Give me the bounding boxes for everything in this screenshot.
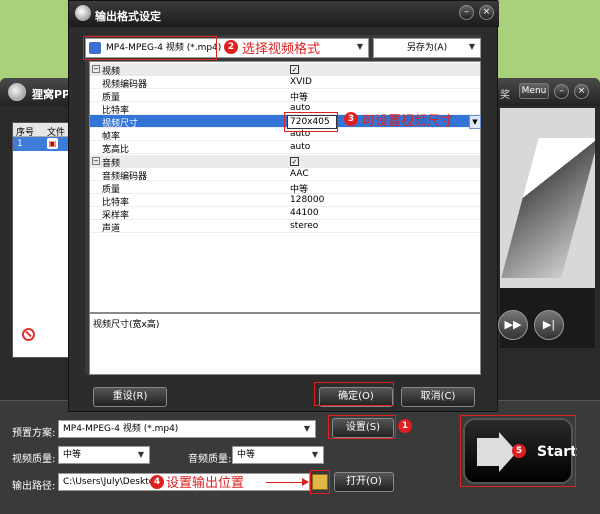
next-icon[interactable]: ▶|: [534, 310, 564, 340]
prop-row[interactable]: 质量 中等: [90, 89, 480, 103]
chevron-down-icon: ▼: [137, 450, 145, 459]
dialog-title: 输出格式设定: [95, 10, 161, 23]
annotation-arrowhead: [302, 478, 309, 486]
open-button[interactable]: 打开(O): [334, 472, 394, 492]
audio-quality-label: 音频质量:: [188, 454, 232, 465]
annotation-box: [310, 470, 330, 494]
annotation-box: [314, 382, 394, 406]
property-grid: − 视频 ✓ 视频编码器 XVID 质量 中等 比特率 auto 视频尺寸 帧率 aut…: [89, 61, 481, 313]
prop-value: 44100: [290, 208, 319, 218]
list-item[interactable]: 1 ▣: [13, 137, 73, 151]
preset-value: MP4-MPEG-4 视频 (*.mp4): [63, 424, 179, 434]
video-quality-value: 中等: [63, 450, 82, 460]
video-quality-select[interactable]: 中等 ▼: [58, 446, 150, 464]
prop-row[interactable]: 采样率 44100: [90, 207, 480, 221]
description-text: 视频尺寸(宽x高): [93, 320, 160, 330]
menu-button[interactable]: Menu: [519, 83, 549, 99]
list-header: 序号 文件: [13, 123, 73, 138]
video-enable-checkbox[interactable]: ✓: [290, 65, 299, 74]
collapse-icon[interactable]: −: [92, 157, 100, 165]
save-as-button[interactable]: 另存为(A) ▼: [373, 38, 481, 58]
prop-row[interactable]: 宽高比 auto: [90, 141, 480, 155]
remove-icon[interactable]: [22, 328, 35, 341]
annotation-box: [83, 36, 217, 60]
annotation-text: 选择视频格式: [242, 42, 321, 57]
remove-button-label[interactable]: 移除(: [46, 330, 70, 345]
annotation-badge: 3: [344, 112, 358, 126]
dialog-title-bar: 输出格式设定 – ×: [69, 1, 499, 27]
app-logo-icon: [8, 83, 26, 101]
annotation-badge: 1: [398, 419, 412, 433]
prop-key: 宽高比: [102, 145, 130, 155]
preview-thumbnail: [501, 138, 595, 278]
chevron-down-icon: ▼: [356, 42, 364, 51]
annotation-badge: 4: [150, 475, 164, 489]
menu-label: Menu: [521, 86, 547, 96]
prop-value: XVID: [290, 77, 312, 87]
prop-row[interactable]: 质量 中等: [90, 181, 480, 195]
video-group-header[interactable]: − 视频 ✓: [90, 63, 480, 77]
reset-label: 重设(R): [112, 391, 148, 402]
cancel-label: 取消(C): [420, 391, 456, 402]
output-path-value: C:\Users\July\Desktop: [63, 477, 160, 487]
prop-row[interactable]: 比特率 128000: [90, 194, 480, 208]
chevron-down-icon: ▼: [303, 424, 311, 433]
prop-value: AAC: [290, 169, 309, 179]
description-panel: 视频尺寸(宽x高): [89, 313, 481, 375]
video-quality-label: 视频质量:: [12, 454, 56, 465]
annotation-badge: 5: [512, 444, 526, 458]
output-path-label: 输出路径:: [12, 481, 56, 492]
audio-enable-checkbox[interactable]: ✓: [290, 157, 299, 166]
app-title: 狸窝PP: [32, 88, 71, 101]
prop-key: 声道: [102, 224, 121, 234]
open-label: 打开(O): [346, 476, 382, 487]
annotation-text: 可设置视频尺寸: [362, 114, 454, 129]
chevron-down-icon: ▼: [311, 450, 319, 459]
output-format-dialog: 输出格式设定 – × MP4-MPEG-4 视频 (*.mp4) ▼ 另存为(A…: [68, 0, 499, 412]
app-logo-icon: [75, 5, 91, 21]
preset-label: 预置方案:: [12, 428, 56, 439]
prop-row[interactable]: 声道 stereo: [90, 220, 480, 234]
title-suffix: 奖: [500, 90, 510, 101]
minimize-icon[interactable]: –: [459, 5, 474, 20]
play-icon[interactable]: ▶▶: [498, 310, 528, 340]
prop-value: 128000: [290, 195, 325, 205]
save-as-label: 另存为(A): [406, 43, 448, 53]
list-item-index: 1: [17, 139, 23, 149]
prop-row[interactable]: 视频编码器 XVID: [90, 76, 480, 90]
chevron-down-icon: ▼: [468, 42, 476, 51]
reset-button[interactable]: 重设(R): [93, 387, 167, 407]
file-list[interactable]: 序号 文件 1 ▣: [12, 122, 74, 358]
close-icon[interactable]: ×: [479, 5, 494, 20]
audio-group-header[interactable]: − 音频 ✓: [90, 155, 480, 169]
prop-row[interactable]: 音频编码器 AAC: [90, 168, 480, 182]
audio-quality-value: 中等: [237, 450, 256, 460]
prop-value: auto: [290, 142, 311, 152]
preset-select[interactable]: MP4-MPEG-4 视频 (*.mp4) ▼: [58, 420, 316, 438]
chevron-down-icon[interactable]: ▼: [469, 115, 481, 129]
collapse-icon[interactable]: −: [92, 65, 100, 73]
annotation-badge: 2: [224, 40, 238, 54]
prop-value: stereo: [290, 221, 319, 231]
annotation-box: [328, 415, 396, 439]
file-icon: ▣: [47, 138, 58, 149]
cancel-button[interactable]: 取消(C): [401, 387, 475, 407]
minimize-icon[interactable]: –: [554, 84, 569, 99]
close-icon[interactable]: ×: [574, 84, 589, 99]
annotation-text: 设置输出位置: [166, 476, 245, 491]
annotation-box: [284, 112, 338, 132]
audio-quality-select[interactable]: 中等 ▼: [232, 446, 324, 464]
